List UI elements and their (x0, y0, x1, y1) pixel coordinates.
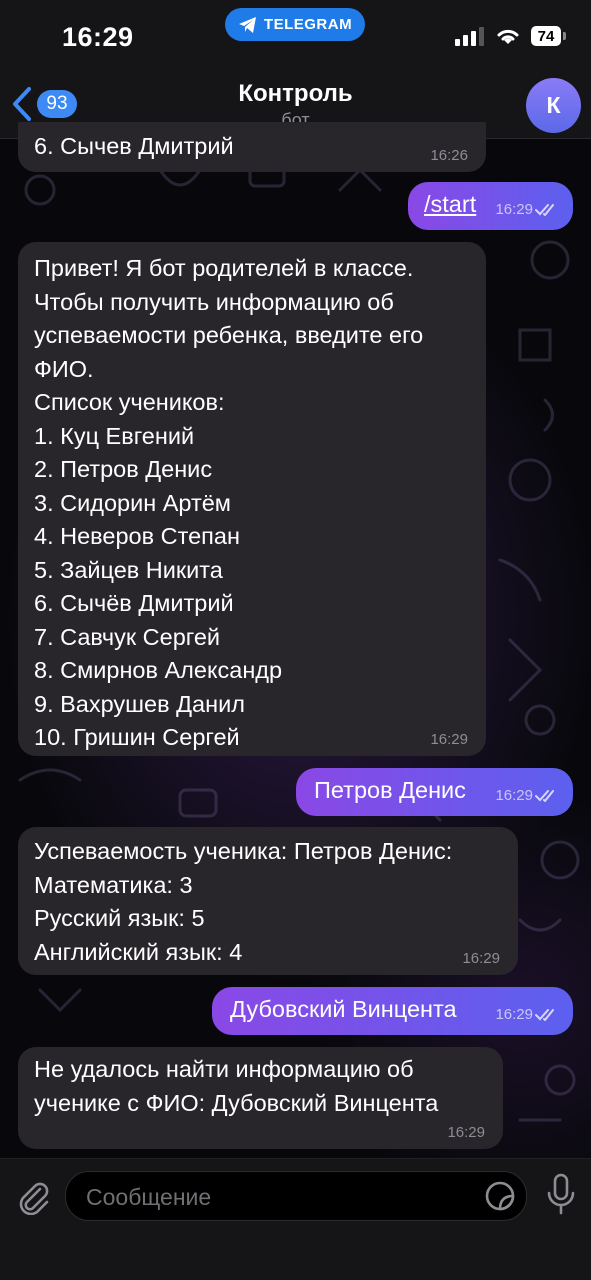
message-time: 16:29 (430, 731, 468, 748)
message-incoming[interactable]: Успеваемость ученика: Петров Денис: Мате… (18, 827, 518, 975)
message-incoming[interactable]: Привет! Я бот родителей в классе. Чтобы … (18, 242, 486, 756)
message-incoming[interactable]: 6. Сычев Дмитрий 16:26 (18, 122, 486, 172)
message-outgoing[interactable]: Петров Денис 16:29 (296, 768, 573, 816)
message-time: 16:26 (430, 147, 468, 164)
status-time: 16:29 (62, 22, 134, 52)
message-meta: 16:29 (495, 1007, 557, 1023)
telegram-plane-icon (238, 16, 256, 33)
cellular-signal-icon (455, 27, 484, 46)
telegram-pill-label: TELEGRAM (263, 16, 353, 33)
telegram-pill[interactable]: TELEGRAM (225, 8, 365, 41)
paperclip-icon[interactable] (14, 1177, 52, 1215)
telegram-chat-screen: 16:29 TELEGRAM 74 93 Контроль бот К 6. С… (0, 0, 591, 1280)
message-outgoing[interactable]: Дубовский Винцента 16:29 (212, 987, 573, 1035)
message-composer (0, 1158, 591, 1280)
wifi-icon (497, 29, 519, 44)
double-check-icon (535, 204, 554, 216)
double-check-icon (535, 790, 554, 802)
status-icons: 74 (455, 26, 566, 46)
message-input[interactable] (84, 1178, 478, 1216)
chat-title[interactable]: Контроль (0, 80, 591, 108)
message-time: 16:29 (447, 1124, 485, 1141)
status-bar: 16:29 TELEGRAM 74 (0, 0, 591, 72)
message-text: Привет! Я бот родителей в классе. Чтобы … (34, 255, 424, 750)
message-time: 16:29 (495, 201, 533, 218)
message-text: Петров Денис (314, 777, 466, 803)
message-incoming[interactable]: Не удалось найти информацию об ученике с… (18, 1047, 503, 1149)
bot-avatar[interactable]: К (526, 78, 581, 133)
double-check-icon (535, 1009, 554, 1021)
sticker-icon[interactable] (484, 1180, 516, 1212)
message-meta: 16:29 (495, 202, 557, 218)
message-meta: 16:29 (495, 788, 557, 804)
message-text: Не удалось найти информацию об ученике с… (34, 1056, 439, 1116)
command-link[interactable]: /start (424, 188, 476, 222)
microphone-icon[interactable] (545, 1173, 577, 1217)
message-input-field[interactable] (65, 1171, 527, 1221)
message-time: 16:29 (495, 1006, 533, 1023)
message-text: Дубовский Винцента (230, 996, 457, 1022)
message-text: 6. Сычев Дмитрий (34, 133, 234, 159)
battery-icon: 74 (531, 26, 566, 46)
message-text: Успеваемость ученика: Петров Денис: Мате… (34, 838, 453, 965)
message-time: 16:29 (495, 787, 533, 804)
message-time: 16:29 (462, 950, 500, 967)
message-outgoing[interactable]: /start 16:29 (408, 182, 573, 230)
